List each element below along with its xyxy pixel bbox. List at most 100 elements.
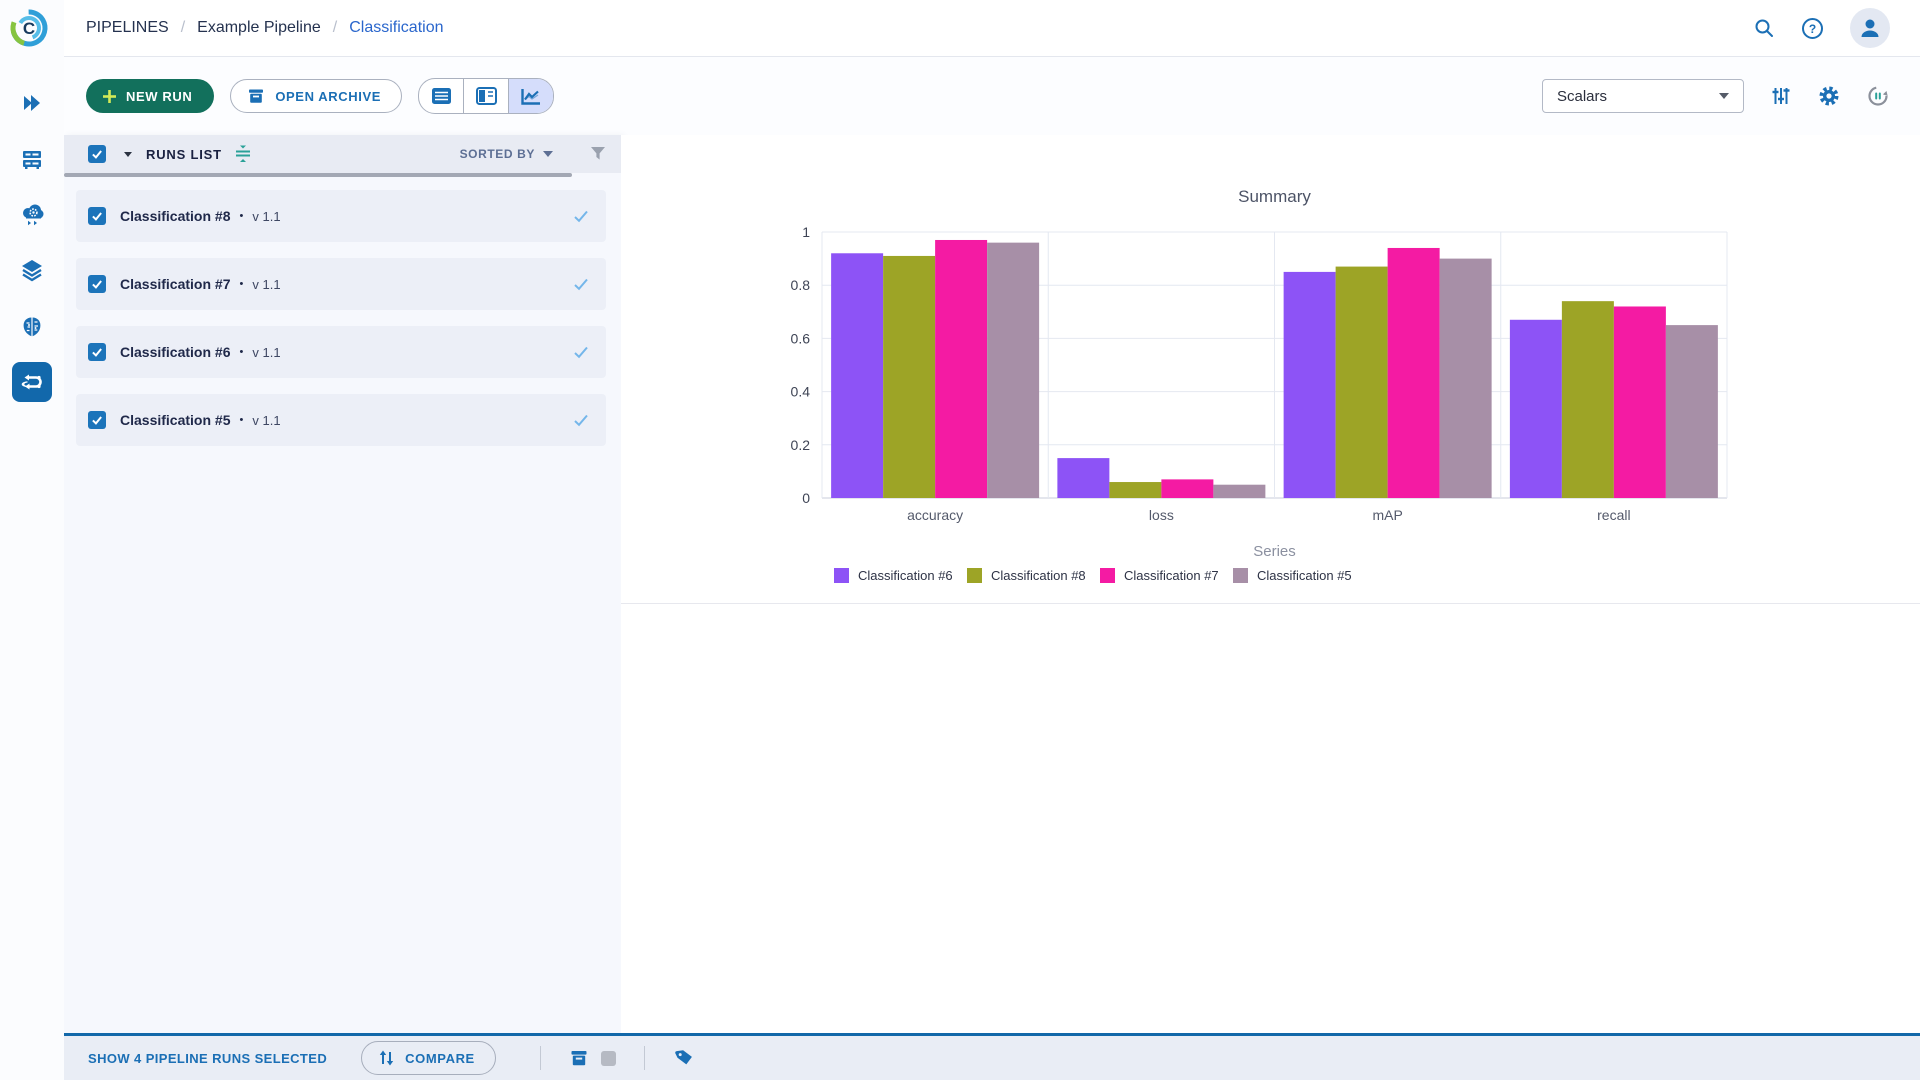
search-button[interactable] <box>1753 17 1775 39</box>
completed-check-icon <box>572 275 590 293</box>
chart-title: Summary <box>1238 187 1311 206</box>
divider <box>644 1046 645 1070</box>
runs-list-title: RUNS LIST <box>146 147 222 162</box>
user-avatar[interactable] <box>1850 8 1890 48</box>
bar-loss-classification-#5[interactable] <box>1213 485 1265 498</box>
view-toggle-group <box>418 78 554 114</box>
select-all-caret-icon[interactable] <box>124 152 132 157</box>
auto-refresh-button[interactable] <box>1866 84 1890 108</box>
scrollbar-thumb[interactable] <box>64 173 572 177</box>
sidebar-item-dashboard[interactable] <box>12 83 52 123</box>
runs-list-header: RUNS LIST SORTED BY <box>64 135 621 173</box>
chart-view-toggle[interactable] <box>509 79 553 113</box>
legend-item-classification-#8[interactable]: Classification #8 <box>967 568 1086 583</box>
filter-button[interactable] <box>589 145 607 163</box>
svg-text:1: 1 <box>802 224 810 240</box>
breadcrumb-separator: / <box>333 19 337 37</box>
table-view-toggle[interactable] <box>419 79 464 113</box>
run-name[interactable]: Classification #8 <box>120 208 231 224</box>
sidebar-item-models[interactable] <box>12 307 52 347</box>
bar-accuracy-classification-#7[interactable] <box>935 240 987 498</box>
bar-loss-classification-#7[interactable] <box>1161 479 1213 498</box>
svg-text:Classification #5: Classification #5 <box>1257 568 1352 583</box>
legend-item-classification-#6[interactable]: Classification #6 <box>834 568 953 583</box>
metric-type-dropdown[interactable]: Scalars <box>1542 79 1744 113</box>
selection-footer: SHOW 4 PIPELINE RUNS SELECTED COMPARE <box>64 1033 1920 1080</box>
bar-mAP-classification-#6[interactable] <box>1284 272 1336 498</box>
sidebar: C <box>0 0 64 1080</box>
bullet-separator: • <box>240 210 244 222</box>
archive-selected-button[interactable] <box>569 1048 589 1068</box>
bar-loss-classification-#8[interactable] <box>1109 482 1161 498</box>
run-version: v 1.1 <box>252 413 280 428</box>
sidebar-item-datasets[interactable] <box>12 250 52 290</box>
svg-text:0.6: 0.6 <box>791 330 811 346</box>
svg-text:0.8: 0.8 <box>791 277 811 293</box>
breadcrumb-separator: / <box>181 19 185 37</box>
run-version: v 1.1 <box>252 277 280 292</box>
user-icon <box>1858 16 1882 40</box>
auto-refresh-icon <box>1866 84 1890 108</box>
sidebar-item-workers-queues[interactable] <box>12 194 52 234</box>
open-archive-button[interactable]: OPEN ARCHIVE <box>230 79 402 113</box>
svg-text:mAP: mAP <box>1372 507 1402 523</box>
breadcrumb-pipelines[interactable]: PIPELINES <box>86 19 169 37</box>
run-checkbox[interactable] <box>88 275 106 293</box>
svg-text:Classification #7: Classification #7 <box>1124 568 1219 583</box>
settings-button[interactable] <box>1818 85 1840 107</box>
help-button[interactable]: ? <box>1801 17 1824 40</box>
run-checkbox[interactable] <box>88 343 106 361</box>
legend-item-classification-#5[interactable]: Classification #5 <box>1233 568 1352 583</box>
server-rack-icon <box>20 147 44 171</box>
bar-mAP-classification-#8[interactable] <box>1336 267 1388 498</box>
bar-mAP-classification-#5[interactable] <box>1440 259 1492 498</box>
bar-mAP-classification-#7[interactable] <box>1388 248 1440 498</box>
column-settings-icon <box>232 143 254 165</box>
sidebar-item-pipelines[interactable] <box>12 362 52 402</box>
check-icon <box>90 345 104 359</box>
add-tag-button[interactable] <box>673 1048 695 1068</box>
selection-count-text[interactable]: SHOW 4 PIPELINE RUNS SELECTED <box>88 1051 327 1066</box>
run-checkbox[interactable] <box>88 411 106 429</box>
runs-list-panel: RUNS LIST SORTED BY <box>64 135 621 1033</box>
check-icon <box>90 277 104 291</box>
bar-recall-classification-#7[interactable] <box>1614 306 1666 498</box>
split-view-toggle[interactable] <box>464 79 509 113</box>
run-row-classification-6[interactable]: Classification #6 • v 1.1 <box>76 326 606 378</box>
tune-settings-button[interactable] <box>1770 85 1792 107</box>
check-icon <box>90 413 104 427</box>
sidebar-item-projects[interactable] <box>12 139 52 179</box>
breadcrumb-current-page: Classification <box>349 19 443 37</box>
svg-text:loss: loss <box>1149 507 1174 523</box>
run-name[interactable]: Classification #7 <box>120 276 231 292</box>
run-checkbox[interactable] <box>88 207 106 225</box>
sorted-by-dropdown[interactable]: SORTED BY <box>460 147 553 161</box>
completed-check-icon <box>572 343 590 361</box>
bar-loss-classification-#6[interactable] <box>1057 458 1109 498</box>
customize-columns-button[interactable] <box>232 143 254 165</box>
bar-accuracy-classification-#6[interactable] <box>831 253 883 498</box>
legend-item-classification-#7[interactable]: Classification #7 <box>1100 568 1219 583</box>
select-all-checkbox[interactable] <box>88 145 106 163</box>
run-row-classification-5[interactable]: Classification #5 • v 1.1 <box>76 394 606 446</box>
bar-accuracy-classification-#8[interactable] <box>883 256 935 498</box>
svg-text:?: ? <box>1809 22 1816 36</box>
run-name[interactable]: Classification #5 <box>120 412 231 428</box>
bar-recall-classification-#8[interactable] <box>1562 301 1614 498</box>
clearml-logo[interactable]: C <box>7 6 51 50</box>
run-row-classification-7[interactable]: Classification #7 • v 1.1 <box>76 258 606 310</box>
scalars-content-pane: 00.20.40.60.81accuracylossmAPrecallSumma… <box>621 135 1920 1033</box>
bar-recall-classification-#6[interactable] <box>1510 320 1562 498</box>
svg-text:recall: recall <box>1597 507 1630 523</box>
svg-text:C: C <box>23 19 35 38</box>
run-row-classification-8[interactable]: Classification #8 • v 1.1 <box>76 190 606 242</box>
app-root: C <box>0 0 1920 1080</box>
run-name[interactable]: Classification #6 <box>120 344 231 360</box>
breadcrumb-project[interactable]: Example Pipeline <box>197 19 321 37</box>
run-version: v 1.1 <box>252 209 280 224</box>
bar-accuracy-classification-#5[interactable] <box>987 243 1039 498</box>
bar-recall-classification-#5[interactable] <box>1666 325 1718 498</box>
compare-button[interactable]: COMPARE <box>361 1041 496 1075</box>
new-run-button[interactable]: NEW RUN <box>86 79 214 113</box>
archive-icon <box>247 87 265 105</box>
